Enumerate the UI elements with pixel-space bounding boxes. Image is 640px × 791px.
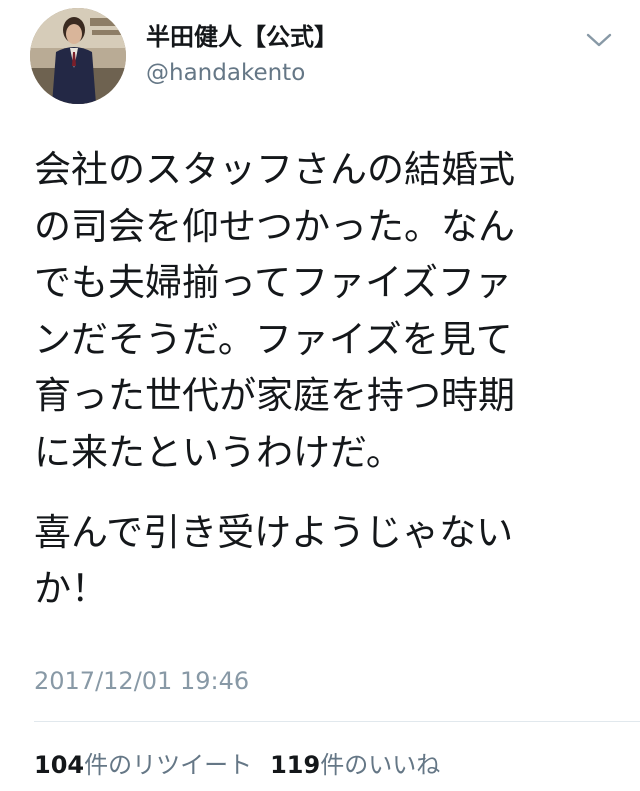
display-name[interactable]: 半田健人【公式】 (146, 22, 338, 52)
tweet-stats: 104件のリツイート 119件のいいね (34, 748, 440, 782)
avatar[interactable] (30, 8, 126, 104)
tweet-paragraph: 会社のスタッフさんの結婚式 の司会を仰せつかった。なん でも夫婦揃ってファイズファン… (34, 148, 515, 474)
divider (34, 721, 640, 722)
retweet-count: 104 (34, 751, 85, 779)
retweet-count-link[interactable]: 104件のリツイート (34, 748, 252, 782)
retweet-label: 件のリツイート (84, 751, 253, 779)
tweet-paragraph: 喜んで引き受けようじゃない か！ (34, 510, 514, 611)
tweet-header: 半田健人【公式】 @handakento (0, 0, 640, 120)
user-handle[interactable]: @handakento (146, 58, 305, 88)
like-label: 件のいいね (320, 751, 441, 779)
tweet-text: 会社のスタッフさんの結婚式 の司会を仰せつかった。なん でも夫婦揃ってファイズファン… (34, 142, 594, 618)
avatar-photo (30, 8, 126, 104)
like-count: 119 (270, 751, 321, 779)
like-count-link[interactable]: 119件のいいね (270, 748, 440, 782)
tweet-timestamp[interactable]: 2017/12/01 19:46 (34, 664, 249, 698)
chevron-down-icon[interactable] (584, 30, 614, 50)
